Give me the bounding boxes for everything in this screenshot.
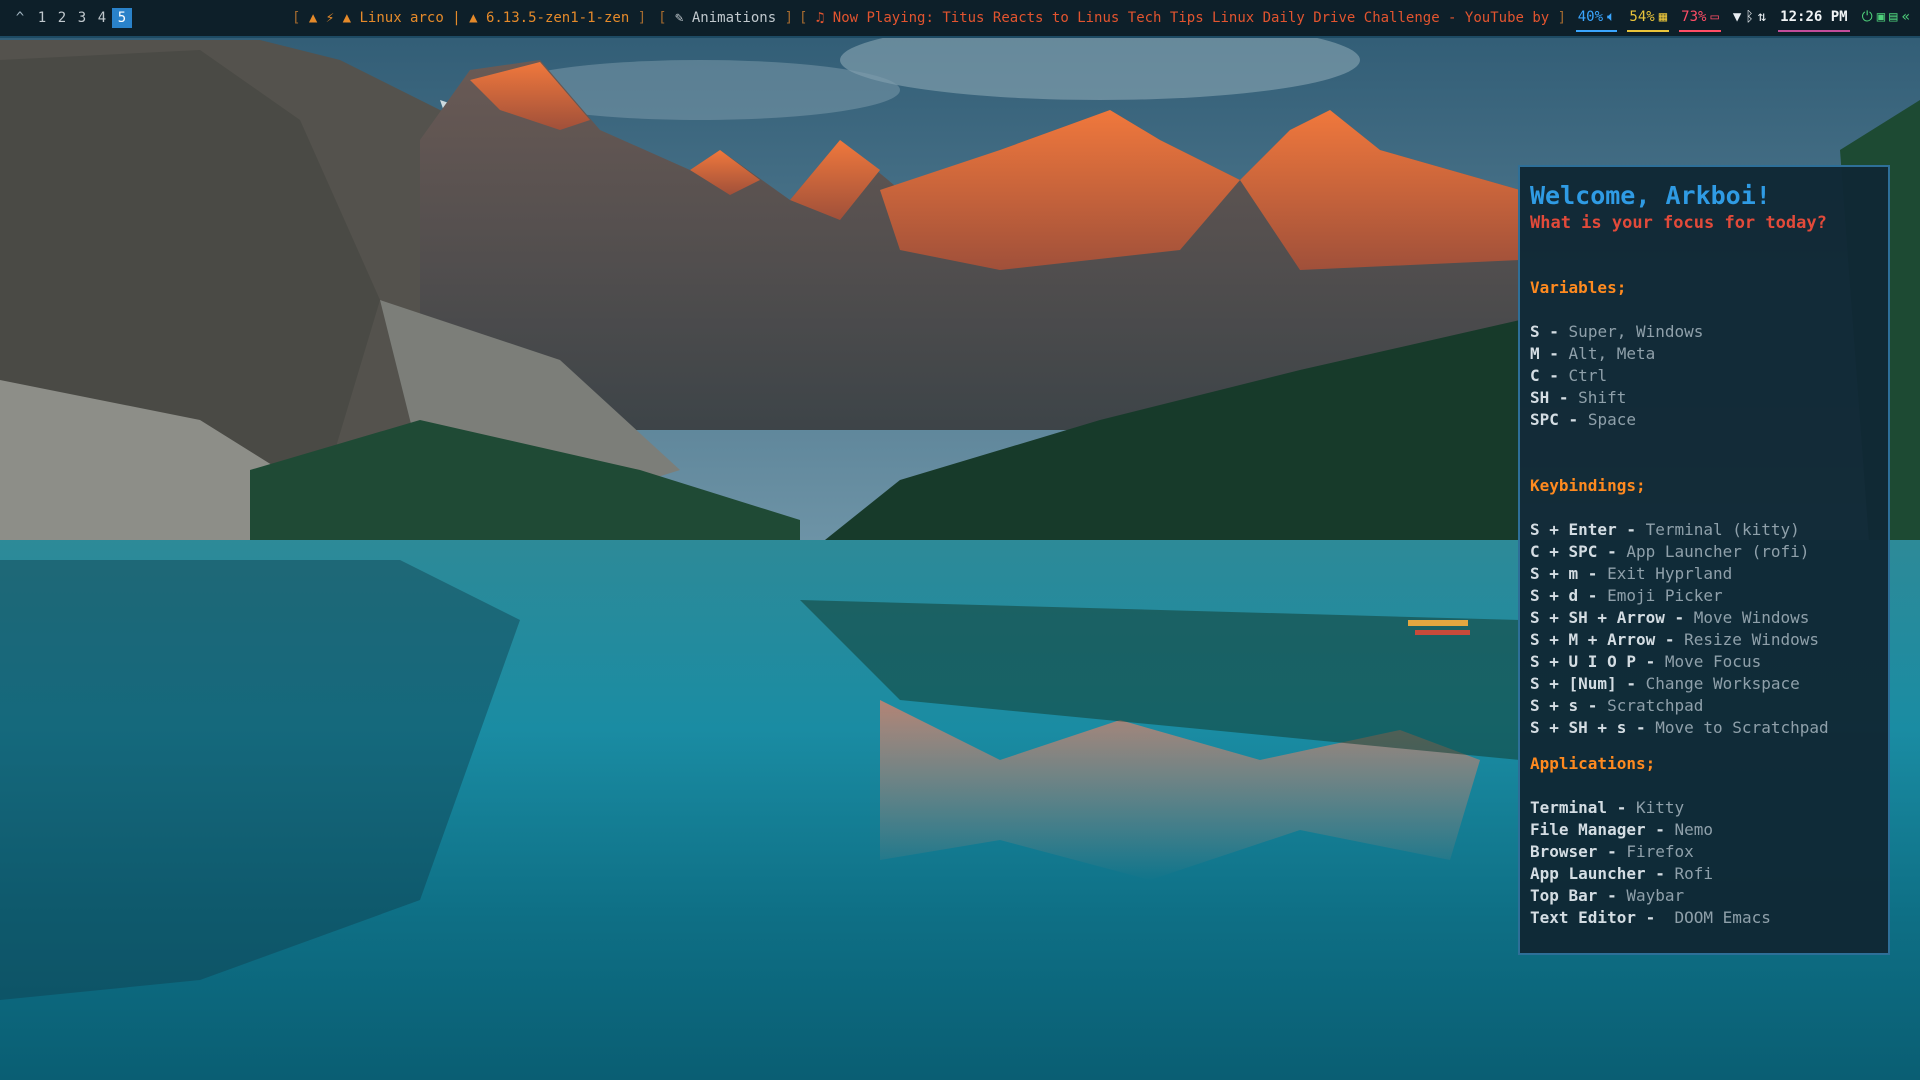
- variable-row: C - Ctrl: [1530, 366, 1608, 385]
- wifi-icon[interactable]: ▼: [1733, 9, 1741, 25]
- keybindings-heading: Keybindings;: [1530, 476, 1646, 495]
- welcome-heading: Welcome, Arkboi!: [1530, 181, 1771, 210]
- applications-list: Terminal - Kitty File Manager - Nemo Bro…: [1530, 797, 1878, 929]
- help-panel: Welcome, Arkboi! What is your focus for …: [1518, 165, 1890, 955]
- keybinding-row: S + s - Scratchpad: [1530, 696, 1704, 715]
- keybinding-row: S + SH + s - Move to Scratchpad: [1530, 718, 1829, 737]
- volume-value: 40%: [1577, 9, 1604, 25]
- media-player[interactable]: [ ♫ Now Playing: Titus Reacts to Linus T…: [799, 10, 1566, 26]
- desktop: ^ 1 2 3 4 5 [ ▲ ⚡ ▲ Linux arco | ▲ 6.13.…: [0, 0, 1920, 1080]
- arch-icon-2: ▲: [342, 10, 352, 26]
- workspace-5[interactable]: 5: [112, 8, 132, 28]
- chevron-left-icon[interactable]: «: [1902, 9, 1910, 25]
- keybinding-row: S + M + Arrow - Resize Windows: [1530, 630, 1819, 649]
- memory-icon: ▦: [1658, 9, 1668, 25]
- clock: 12:26 PM: [1780, 9, 1848, 25]
- calendar-icon[interactable]: ▤: [1889, 9, 1897, 25]
- application-row: File Manager - Nemo: [1530, 820, 1714, 839]
- system-info: [ ▲ ⚡ ▲ Linux arco | ▲ 6.13.5-zen1-1-zen…: [292, 10, 647, 26]
- focus-question: What is your focus for today?: [1530, 213, 1827, 233]
- clock-module[interactable]: 12:26 PM: [1778, 4, 1850, 32]
- top-bar: ^ 1 2 3 4 5 [ ▲ ⚡ ▲ Linux arco | ▲ 6.13.…: [0, 0, 1920, 38]
- now-playing-text: Now Playing: Titus Reacts to Linus Tech …: [832, 10, 1550, 26]
- keybinding-row: S + U I O P - Move Focus: [1530, 652, 1762, 671]
- application-row: Browser - Firefox: [1530, 842, 1694, 861]
- variable-row: M - Alt, Meta: [1530, 344, 1656, 363]
- keybinding-row: S + [Num] - Change Workspace: [1530, 674, 1800, 693]
- power-plug-icon: ⚡: [325, 10, 335, 26]
- variable-row: S - Super, Windows: [1530, 322, 1704, 341]
- application-row: Terminal - Kitty: [1530, 798, 1685, 817]
- bluetooth-icon[interactable]: ᛒ: [1745, 9, 1753, 25]
- variables-heading: Variables;: [1530, 278, 1627, 297]
- workspace-2[interactable]: 2: [52, 8, 72, 28]
- power-icon[interactable]: ⏻: [1862, 9, 1873, 25]
- keybinding-row: S + SH + Arrow - Move Windows: [1530, 608, 1810, 627]
- window-icon[interactable]: ▣: [1877, 9, 1885, 25]
- animations-toggle[interactable]: [ ✎ Animations ]: [658, 10, 793, 26]
- tray-module: ▼ ᛒ ⇅: [1731, 4, 1768, 32]
- arch-logo-icon[interactable]: ^: [10, 8, 30, 28]
- power-tray: ⏻ ▣ ▤ «: [1860, 4, 1912, 32]
- application-row: Text Editor - DOOM Emacs: [1530, 908, 1771, 927]
- status-modules: 40% 🔈︎ 54% ▦ 73% ▭ ▼ ᛒ ⇅ 12:26 PM ⏻ ▣ ▤ …: [1575, 0, 1912, 36]
- keybinding-row: C + SPC - App Launcher (rofi): [1530, 542, 1810, 561]
- application-row: Top Bar - Waybar: [1530, 886, 1685, 905]
- workspace-switcher: ^ 1 2 3 4 5: [10, 8, 132, 28]
- cpu-value: 54%: [1629, 9, 1655, 25]
- keybindings-list: S + Enter - Terminal (kitty) C + SPC - A…: [1530, 519, 1878, 739]
- workspace-4[interactable]: 4: [92, 8, 112, 28]
- workspace-3[interactable]: 3: [72, 8, 92, 28]
- variables-list: S - Super, Windows M - Alt, Meta C - Ctr…: [1530, 321, 1878, 431]
- animations-label: Animations: [691, 10, 777, 26]
- volume-module[interactable]: 40% 🔈︎: [1575, 4, 1618, 32]
- battery-icon: ▭: [1710, 9, 1719, 25]
- application-row: App Launcher - Rofi: [1530, 864, 1714, 883]
- keybinding-row: S + d - Emoji Picker: [1530, 586, 1723, 605]
- music-note-icon: ♫: [815, 10, 825, 26]
- variable-row: SPC - Space: [1530, 410, 1636, 429]
- kernel-version: 6.13.5-zen1-1-zen: [485, 10, 630, 26]
- os-name: Linux arco: [359, 10, 444, 26]
- battery-value: 73%: [1681, 9, 1707, 25]
- network-icon[interactable]: ⇅: [1758, 9, 1766, 25]
- magic-wand-icon: ✎: [674, 10, 684, 26]
- applications-heading: Applications;: [1530, 754, 1656, 773]
- battery-module[interactable]: 73% ▭: [1679, 4, 1721, 32]
- keybinding-row: S + Enter - Terminal (kitty): [1530, 520, 1800, 539]
- variable-row: SH - Shift: [1530, 388, 1627, 407]
- keybinding-row: S + m - Exit Hyprland: [1530, 564, 1733, 583]
- speaker-icon: 🔈︎: [1607, 9, 1616, 25]
- cpu-module[interactable]: 54% ▦: [1627, 4, 1670, 32]
- workspace-1[interactable]: 1: [32, 8, 52, 28]
- kernel-icon: ▲: [469, 10, 478, 26]
- arch-icon: ▲: [308, 10, 318, 26]
